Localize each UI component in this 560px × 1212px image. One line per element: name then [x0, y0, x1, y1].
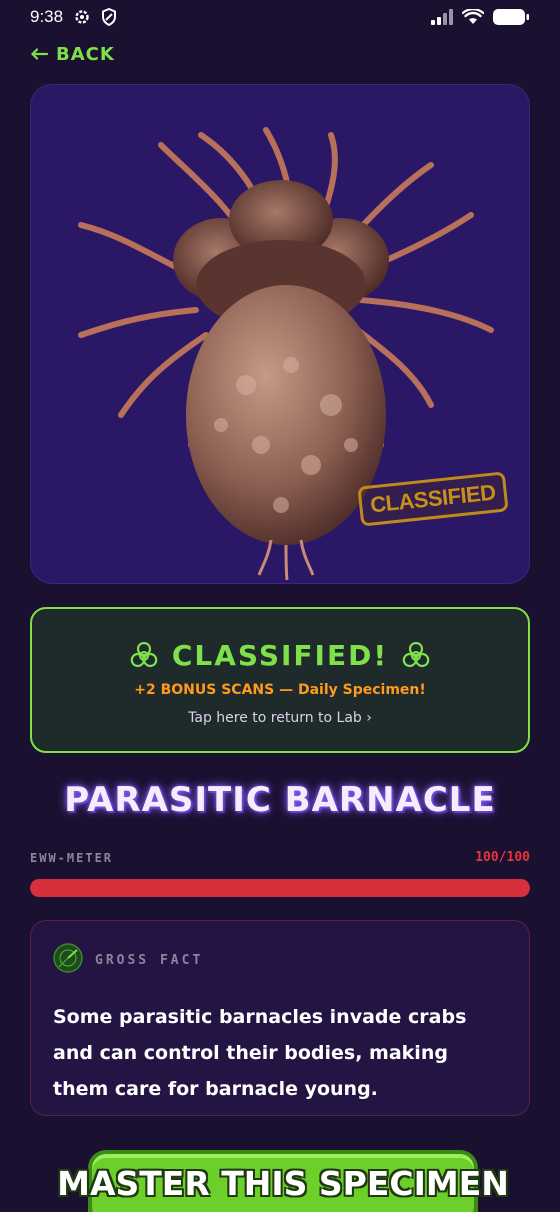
arrow-left-icon: [30, 44, 49, 65]
banner-title-row: CLASSIFIED!: [32, 639, 528, 672]
master-specimen-label: MASTER THIS SPECIMEN: [57, 1164, 509, 1203]
biohazard-icon: [402, 641, 430, 670]
shield-icon: [101, 8, 117, 26]
gross-fact-header: GROSS FACT: [53, 943, 507, 977]
master-specimen-button[interactable]: MASTER THIS SPECIMEN: [57, 1150, 509, 1212]
status-bar: 9:38: [0, 0, 560, 34]
back-button[interactable]: BACK: [30, 44, 115, 65]
gross-fact-text: Some parasitic barnacles invade crabs an…: [53, 1006, 467, 1100]
classified-banner[interactable]: CLASSIFIED! +2 BONUS SCANS — Daily Speci…: [30, 607, 530, 753]
eww-meter-header: EWW-METER 100/100: [30, 850, 530, 865]
eww-meter-fill: [30, 879, 530, 897]
biohazard-icon: [130, 641, 158, 670]
eww-meter-track: [30, 879, 530, 897]
back-label: BACK: [56, 44, 115, 65]
specimen-image-card: CLASSIFIED: [30, 84, 530, 584]
banner-title: CLASSIFIED!: [171, 639, 389, 672]
eww-meter-label: EWW-METER: [30, 850, 114, 865]
gross-fact-label: GROSS FACT: [95, 952, 204, 968]
signal-icon: [430, 9, 454, 25]
status-right: [430, 8, 530, 26]
status-left: 9:38: [30, 7, 117, 27]
wifi-icon: [462, 9, 484, 25]
status-time: 9:38: [30, 7, 64, 26]
specimen-title: PARASITIC BARNACLE: [64, 780, 496, 820]
radar-icon: [53, 943, 83, 977]
gross-fact-card: GROSS FACT Some parasitic barnacles inva…: [30, 920, 530, 1116]
eww-meter-value: 100/100: [475, 850, 530, 865]
banner-bonus-text: +2 BONUS SCANS — Daily Specimen!: [134, 682, 426, 698]
gear-icon: [73, 8, 91, 26]
return-to-lab-link[interactable]: Tap here to return to Lab ›: [32, 710, 528, 726]
battery-icon: [492, 8, 530, 26]
